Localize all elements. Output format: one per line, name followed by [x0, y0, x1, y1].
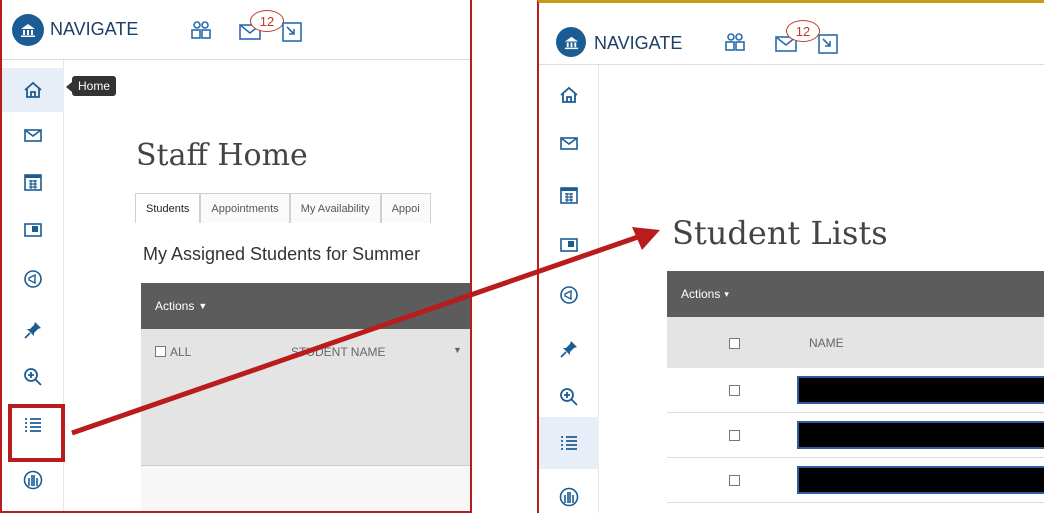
assigned-students-heading: My Assigned Students for Summer [143, 244, 421, 264]
page-title: Staff Home [136, 138, 308, 173]
actions-bar: Actions ▾ [667, 271, 1044, 317]
row-checkbox[interactable] [729, 430, 740, 441]
actions-menu[interactable]: Actions [155, 299, 194, 313]
sidebar-item-campaigns[interactable] [2, 257, 64, 301]
page-title: Student Lists [672, 214, 888, 252]
sidebar-item-home[interactable] [539, 73, 599, 117]
folder-icon [24, 223, 42, 237]
tab-bar: Students Appointments My Availability Ap… [135, 193, 431, 223]
name-column-header[interactable]: NAME [809, 336, 844, 350]
select-all-checkbox[interactable] [729, 338, 740, 349]
mail-icon [560, 137, 578, 150]
student-list-table [667, 368, 1044, 513]
navigate-logo-icon[interactable] [556, 27, 586, 57]
right-screenshot-panel: NAVIGATE 12 Student Lists Actions ▾ NAME [537, 0, 1044, 513]
table-header: NAME [667, 317, 1044, 368]
folder-icon [560, 238, 578, 252]
sidebar-item-search[interactable] [2, 355, 64, 399]
exit-icon[interactable] [282, 22, 302, 47]
actions-menu[interactable]: Actions [681, 287, 720, 301]
table-footer [141, 465, 470, 511]
table-header: ALL STUDENT NAME ▼ [141, 329, 470, 375]
sidebar-item-pin[interactable] [539, 327, 599, 371]
search-zoom-icon [560, 388, 578, 406]
student-name-header[interactable]: STUDENT NAME [291, 345, 385, 359]
megaphone-icon [24, 270, 42, 288]
pin-icon [560, 341, 577, 358]
brand-name[interactable]: NAVIGATE [594, 33, 682, 54]
building-icon [559, 487, 579, 507]
search-zoom-icon [24, 368, 42, 386]
row-checkbox[interactable] [729, 475, 740, 486]
list-icon [561, 436, 577, 450]
message-count-badge: 12 [250, 10, 284, 32]
table-row[interactable] [667, 458, 1044, 503]
tab-appointments[interactable]: Appointments [200, 193, 290, 223]
sidebar-item-messages[interactable] [539, 121, 599, 165]
top-bar: NAVIGATE 12 [2, 0, 470, 60]
all-label: ALL [170, 345, 192, 359]
caret-down-icon[interactable]: ▾ [724, 289, 729, 300]
sidebar-item-folders[interactable] [2, 208, 64, 252]
sidebar-item-folders[interactable] [539, 223, 599, 267]
caret-down-icon[interactable]: ▼ [198, 301, 207, 311]
building-icon [23, 470, 43, 490]
sidebar-item-reports[interactable] [539, 475, 599, 513]
exit-icon[interactable] [818, 34, 838, 59]
calendar-icon [560, 187, 578, 204]
calendar-icon [24, 174, 42, 191]
sidebar-item-reports[interactable] [2, 458, 64, 502]
tab-appointment-more[interactable]: Appoi [380, 193, 431, 223]
pin-icon [24, 322, 41, 339]
sidebar-item-calendar[interactable] [539, 173, 599, 217]
select-all-checkbox[interactable] [155, 346, 166, 357]
redacted-student-name [797, 376, 1044, 404]
home-icon [560, 86, 578, 103]
sidebar-item-messages[interactable] [2, 113, 64, 157]
tab-my-availability[interactable]: My Availability [289, 193, 381, 223]
people-icon[interactable] [724, 32, 746, 57]
table-row[interactable] [667, 368, 1044, 413]
sidebar-item-search[interactable] [539, 375, 599, 419]
sidebar-item-campaigns[interactable] [539, 273, 599, 317]
brand-name[interactable]: NAVIGATE [50, 19, 138, 40]
people-icon[interactable] [190, 20, 212, 45]
redacted-student-name [797, 421, 1044, 449]
actions-bar: Actions ▼ [141, 283, 470, 329]
sidebar-item-home[interactable] [2, 68, 64, 112]
home-tooltip: Home [65, 76, 117, 96]
megaphone-icon [560, 286, 578, 304]
message-count-badge: 12 [786, 20, 820, 42]
row-checkbox[interactable] [729, 385, 740, 396]
home-icon [24, 81, 42, 98]
highlight-box [8, 404, 65, 462]
table-body-empty [141, 375, 470, 465]
sort-caret-icon[interactable]: ▼ [453, 345, 462, 355]
table-row[interactable] [667, 413, 1044, 458]
sidebar [539, 65, 599, 513]
redacted-student-name [797, 466, 1044, 494]
sidebar-item-calendar[interactable] [2, 160, 64, 204]
top-bar: NAVIGATE 12 [539, 3, 1044, 65]
navigate-logo-icon[interactable] [12, 14, 44, 46]
sidebar-item-lists[interactable] [539, 417, 599, 469]
mail-icon [24, 129, 42, 142]
left-screenshot-panel: NAVIGATE 12 Home Staff Home Students App… [0, 0, 472, 513]
sidebar-item-pin[interactable] [2, 308, 64, 352]
tab-students[interactable]: Students [135, 193, 201, 223]
